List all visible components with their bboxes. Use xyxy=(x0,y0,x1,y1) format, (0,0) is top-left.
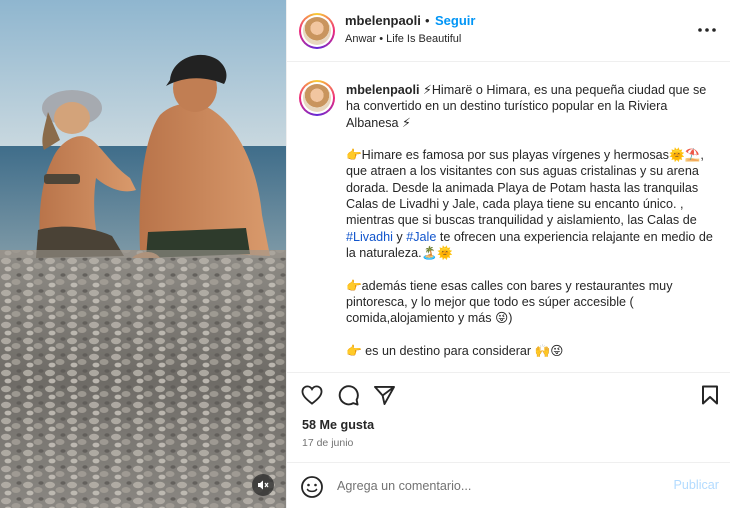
share-button[interactable] xyxy=(371,382,397,408)
heart-icon xyxy=(301,385,323,405)
post-header: mbelenpaoli • Seguir Anwar • Life Is Bea… xyxy=(287,0,730,62)
emoji-button[interactable] xyxy=(300,475,324,499)
comment-input[interactable] xyxy=(337,475,657,497)
caption-paragraph-4: 👉 es un destino para considerar 🙌😜 xyxy=(346,343,564,358)
caption-text: mbelenpaoli ⚡Himarë o Himara, es una peq… xyxy=(346,82,718,359)
bookmark-icon xyxy=(702,385,718,405)
comment-button[interactable] xyxy=(335,382,361,408)
follow-button[interactable]: Seguir xyxy=(435,13,475,28)
save-button[interactable] xyxy=(697,382,723,408)
more-horizontal-icon xyxy=(698,28,716,32)
caption-avatar[interactable] xyxy=(299,80,335,116)
post-photo[interactable] xyxy=(0,0,286,508)
author-username[interactable]: mbelenpaoli xyxy=(345,13,421,28)
caption-paragraph-2b: y xyxy=(392,229,407,244)
hashtag-livadhi[interactable]: #Livadhi xyxy=(346,230,393,244)
caption-section: mbelenpaoli ⚡Himarë o Himara, es una peq… xyxy=(287,63,730,373)
post-date[interactable]: 17 de junio xyxy=(302,437,353,449)
comment-icon xyxy=(338,384,359,406)
hashtag-jale[interactable]: #Jale xyxy=(406,230,436,244)
mute-button[interactable] xyxy=(252,474,274,496)
beach-couple-image xyxy=(0,0,286,508)
caption-paragraph-3: 👉además tiene esas calles con bares y re… xyxy=(346,278,676,326)
publish-button[interactable]: Publicar xyxy=(674,478,720,492)
avatar-image xyxy=(303,84,331,112)
action-bar xyxy=(287,374,730,414)
separator-dot: • xyxy=(425,13,430,28)
send-icon xyxy=(373,385,395,405)
audio-subline[interactable]: Anwar • Life Is Beautiful xyxy=(345,33,461,45)
more-options-button[interactable] xyxy=(697,20,717,40)
likes-count[interactable]: 58 Me gusta xyxy=(302,418,374,432)
avatar-image xyxy=(303,17,331,45)
mute-icon xyxy=(258,480,269,490)
caption-paragraph-2a: 👉Himare es famosa por sus playas vírgene… xyxy=(346,148,708,228)
caption-username[interactable]: mbelenpaoli xyxy=(346,83,419,97)
comment-bar: Publicar xyxy=(287,462,730,508)
post-panel: mbelenpaoli • Seguir Anwar • Life Is Bea… xyxy=(286,0,730,508)
like-button[interactable] xyxy=(299,382,325,408)
emoji-icon xyxy=(301,476,323,498)
author-avatar[interactable] xyxy=(299,13,335,49)
